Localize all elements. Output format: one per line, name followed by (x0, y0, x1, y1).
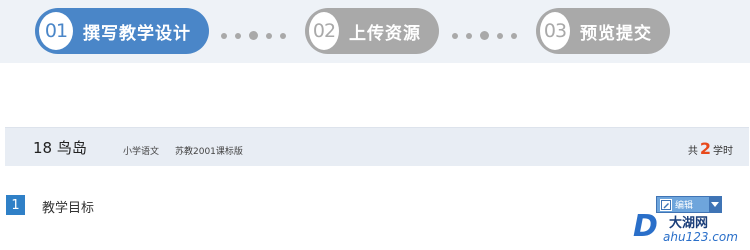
lesson-subject: 小学语文 (123, 147, 160, 157)
watermark-domain: ahu123.com (663, 230, 738, 244)
lesson-title: 18 鸟岛 (33, 139, 87, 157)
section-number-badge: 1 (6, 195, 25, 215)
step-2-upload-resources[interactable]: 02 上传资源 (305, 8, 439, 54)
watermark-logo: D 大湖网 ahu123.com (633, 210, 750, 250)
watermark-letter: D (633, 209, 658, 244)
step-progress-bar: 01 撰写教学设计 02 上传资源 03 预览提交 (0, 0, 750, 63)
step-3-preview-submit[interactable]: 03 预览提交 (536, 8, 670, 54)
step-2-number: 02 (309, 12, 339, 50)
edit-icon (660, 198, 672, 211)
step-3-number: 03 (540, 12, 570, 50)
lesson-header: 18 鸟岛 小学语文 苏教2001课标版 共 2 学时 (5, 127, 749, 166)
watermark-name: 大湖网 (669, 216, 709, 231)
hours-value: 2 (699, 139, 711, 158)
hours-prefix: 共 (687, 146, 698, 157)
step-1-label: 撰写教学设计 (83, 23, 191, 44)
step-connector-2 (452, 31, 525, 40)
step-3-label: 预览提交 (580, 23, 652, 44)
hours-suffix: 学时 (713, 146, 733, 157)
section-title: 教学目标 (42, 201, 95, 216)
step-connector-1 (221, 31, 294, 40)
step-1-write-design[interactable]: 01 撰写教学设计 (35, 8, 209, 54)
step-1-number: 01 (39, 12, 73, 50)
lesson-hours: 共 2 学时 (688, 139, 733, 158)
step-2-label: 上传资源 (349, 23, 421, 44)
lesson-edition: 苏教2001课标版 (175, 147, 243, 157)
